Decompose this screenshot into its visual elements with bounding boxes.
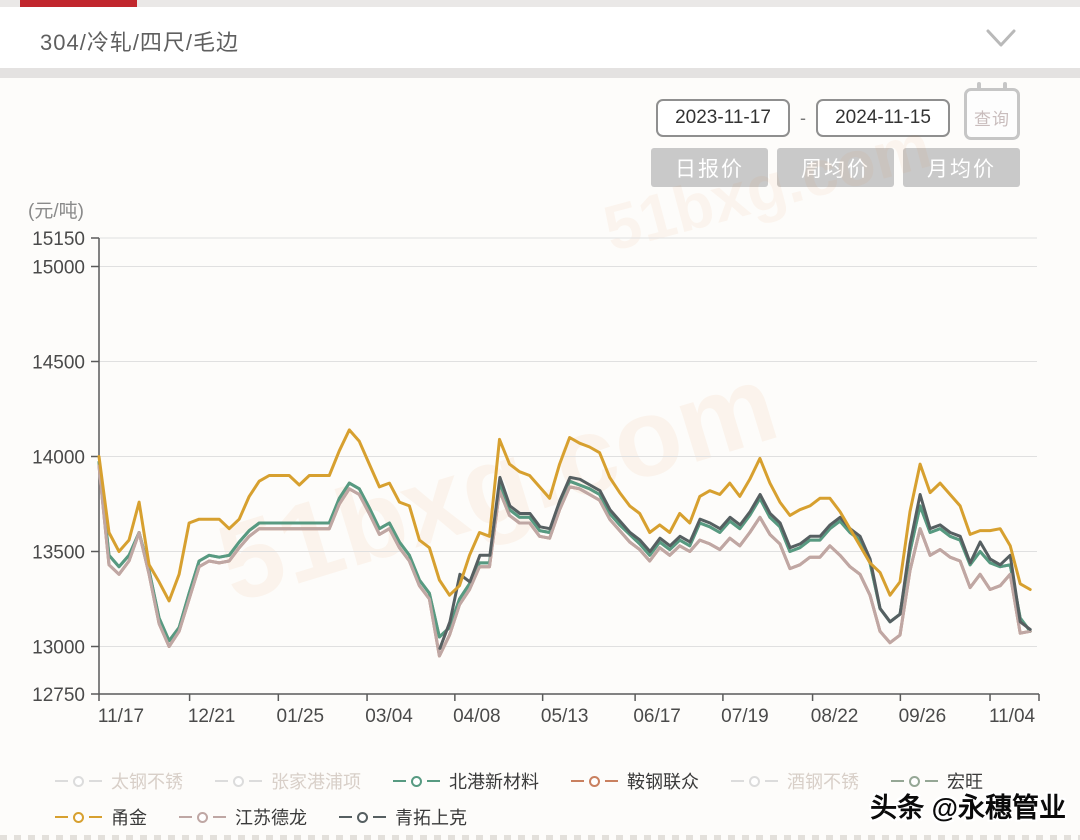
legend-item-甬金[interactable]: 甬金	[55, 804, 147, 830]
legend-circle-icon	[73, 812, 84, 823]
svg-text:03/04: 03/04	[365, 706, 413, 727]
legend-line-icon	[89, 816, 102, 818]
legend-label: 鞍钢联众	[627, 768, 699, 794]
daily-price-button[interactable]: 日报价	[651, 148, 768, 187]
legend-line-icon	[571, 780, 584, 782]
series-line-青拓上克	[440, 477, 1030, 648]
svg-text:13000: 13000	[32, 638, 85, 659]
svg-text:01/25: 01/25	[277, 706, 325, 727]
query-calendar-button[interactable]: 查询	[964, 88, 1020, 140]
legend-label: 北港新材料	[449, 768, 539, 794]
divider	[0, 68, 1080, 78]
legend-line-icon	[373, 816, 386, 818]
legend-label: 太钢不锈	[111, 768, 183, 794]
watermark-stamp: 头条 @永穗管业	[870, 786, 1066, 825]
chevron-down-icon[interactable]	[984, 23, 1018, 53]
period-buttons: 日报价 周均价 月均价	[651, 148, 1020, 187]
legend-circle-icon	[589, 776, 600, 787]
legend-line-icon	[213, 816, 226, 818]
date-from-input[interactable]: 2023-11-17	[656, 99, 790, 137]
page-title: 304/冷轧/四尺/毛边	[40, 25, 239, 57]
legend-line-icon	[765, 780, 778, 782]
legend-circle-icon	[411, 776, 422, 787]
legend-line-icon	[89, 780, 102, 782]
svg-text:07/19: 07/19	[721, 706, 769, 727]
svg-text:08/22: 08/22	[811, 706, 859, 727]
legend-circle-icon	[197, 812, 208, 823]
product-selector-row[interactable]: 304/冷轧/四尺/毛边	[0, 7, 1080, 68]
legend-circle-icon	[357, 812, 368, 823]
legend-circle-icon	[749, 776, 760, 787]
legend-line-icon	[55, 780, 68, 782]
legend-label: 甬金	[111, 804, 147, 830]
legend-circle-icon	[233, 776, 244, 787]
svg-text:11/17: 11/17	[98, 706, 144, 727]
legend-line-icon	[215, 780, 228, 782]
svg-text:14500: 14500	[32, 353, 85, 374]
legend-line-icon	[925, 780, 938, 782]
svg-text:15150: 15150	[32, 229, 85, 250]
price-widget: 304/冷轧/四尺/毛边 2023-11-17 - 2024-11-15 查询 …	[0, 0, 1080, 840]
legend-label: 酒钢不锈	[787, 768, 859, 794]
legend-item-青拓上克[interactable]: 青拓上克	[339, 804, 467, 830]
series-line-甬金	[99, 430, 1030, 601]
top-tab-strip	[0, 0, 1080, 7]
svg-text:13500: 13500	[32, 543, 85, 564]
legend-item-张家港浦项[interactable]: 张家港浦项	[215, 768, 361, 794]
active-tab-indicator	[20, 0, 137, 7]
legend-line-icon	[731, 780, 744, 782]
svg-text:11/04: 11/04	[989, 706, 1036, 727]
monthly-average-button[interactable]: 月均价	[903, 148, 1020, 187]
svg-text:15000: 15000	[32, 258, 85, 279]
legend-item-鞍钢联众[interactable]: 鞍钢联众	[571, 768, 699, 794]
legend-line-icon	[55, 816, 68, 818]
legend-line-icon	[339, 816, 352, 818]
legend-label: 张家港浦项	[271, 768, 361, 794]
svg-text:05/13: 05/13	[541, 706, 589, 727]
chart-canvas: 15150 15000 14500 14000 13500 13000 12750 11/17…	[0, 190, 1080, 760]
legend-line-icon	[605, 780, 618, 782]
svg-text:04/08: 04/08	[453, 706, 501, 727]
legend-line-icon	[427, 780, 440, 782]
price-chart: 15150 15000 14500 14000 13500 13000 12750 11/17…	[0, 190, 1080, 760]
legend-circle-icon	[73, 776, 84, 787]
svg-text:12/21: 12/21	[188, 706, 236, 727]
legend-item-酒钢不锈[interactable]: 酒钢不锈	[731, 768, 859, 794]
query-button-label: 查询	[967, 105, 1017, 130]
date-separator: -	[790, 108, 816, 129]
svg-text:09/26: 09/26	[899, 706, 947, 727]
legend-item-北港新材料[interactable]: 北港新材料	[393, 768, 539, 794]
svg-text:06/17: 06/17	[633, 706, 681, 727]
legend-line-icon	[179, 816, 192, 818]
date-range-controls: 2023-11-17 - 2024-11-15 查询	[656, 96, 1020, 140]
svg-text:12750: 12750	[32, 685, 85, 706]
legend-line-icon	[249, 780, 262, 782]
calendar-ring-icon	[977, 82, 981, 91]
legend-item-江苏德龙[interactable]: 江苏德龙	[179, 804, 307, 830]
date-to-input[interactable]: 2024-11-15	[816, 99, 950, 137]
svg-text:14000: 14000	[32, 448, 85, 469]
legend-circle-icon	[909, 776, 920, 787]
legend-label: 江苏德龙	[235, 804, 307, 830]
dotted-border	[0, 835, 1080, 840]
legend-label: 青拓上克	[395, 804, 467, 830]
legend-line-icon	[891, 780, 904, 782]
legend-item-太钢不锈[interactable]: 太钢不锈	[55, 768, 183, 794]
weekly-average-button[interactable]: 周均价	[777, 148, 894, 187]
legend-line-icon	[393, 780, 406, 782]
calendar-ring-icon	[1003, 82, 1007, 91]
